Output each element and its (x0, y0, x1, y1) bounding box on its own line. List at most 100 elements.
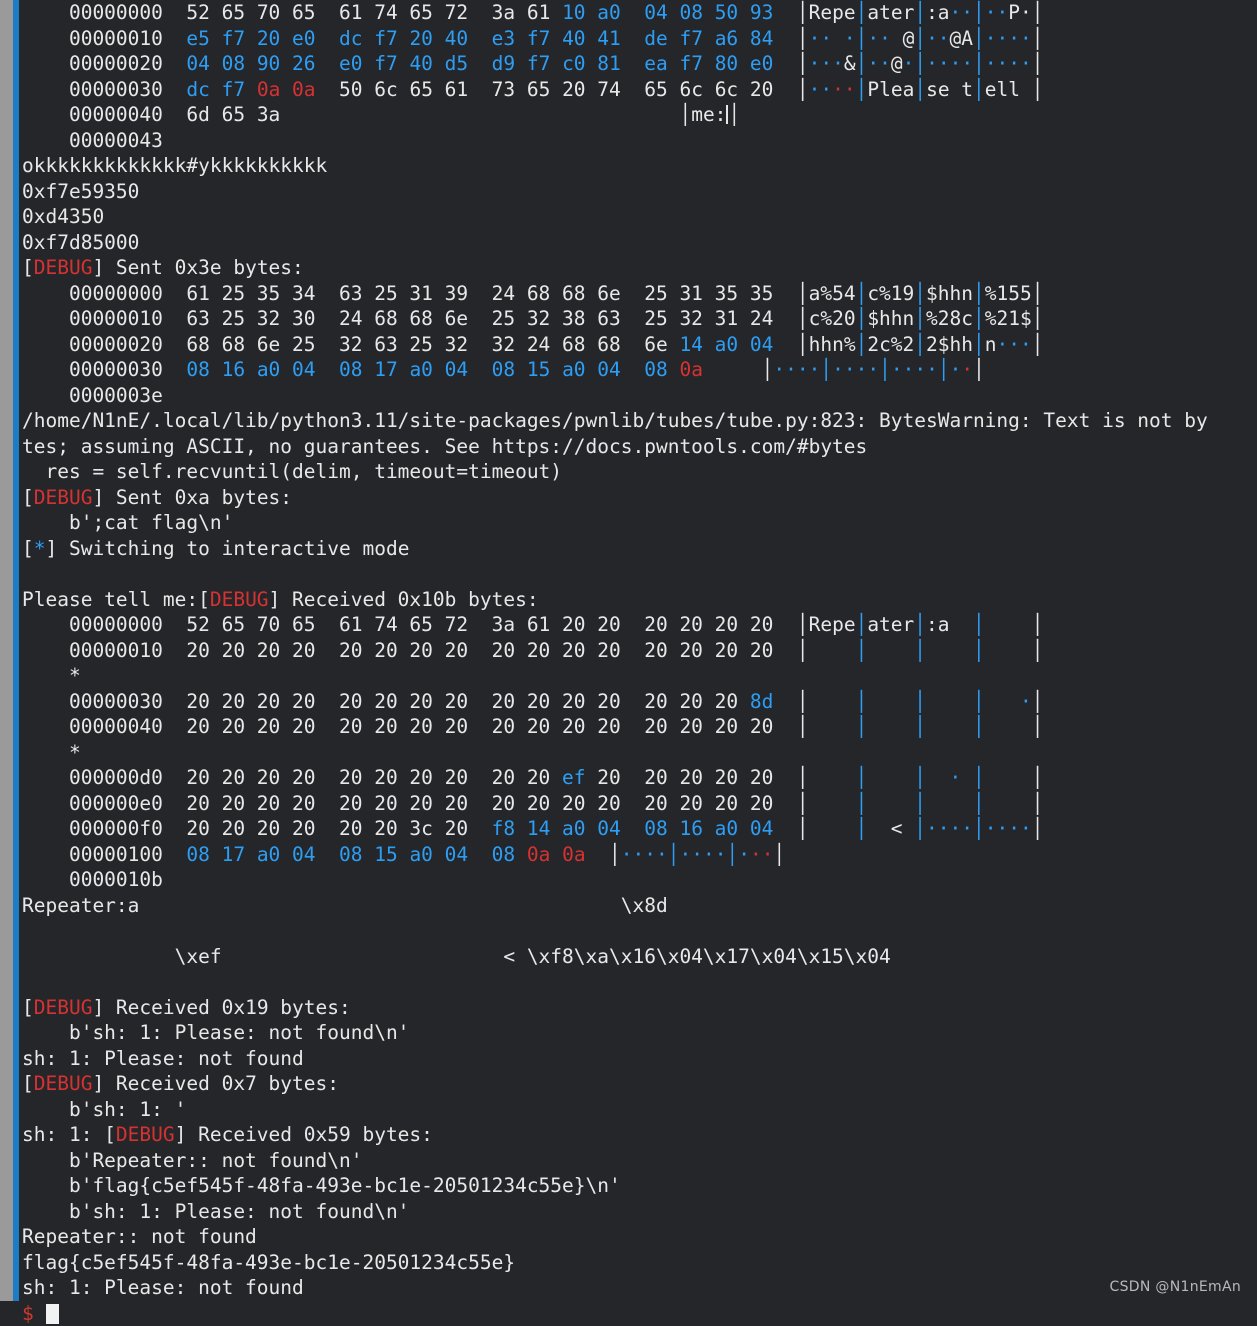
terminal-text-span: Repe (809, 1, 856, 24)
terminal-line-sent-a-body: b';cat flag\n' (22, 510, 1257, 536)
terminal-text-span: 0xf7d85000 (22, 231, 139, 254)
terminal-text-span: │ (773, 817, 808, 840)
terminal-text-span: ·· (867, 27, 890, 50)
terminal-text-span (621, 52, 644, 75)
terminal-text-span: │ (973, 333, 985, 356)
scrollbar-track[interactable] (0, 0, 13, 1301)
terminal-text-span: DEBUG (34, 486, 93, 509)
terminal-text-span: ···· (926, 817, 973, 840)
terminal-output[interactable]: 00000000 52 65 70 65 61 74 65 72 3a 61 1… (19, 0, 1257, 1301)
terminal-text-span: │ (914, 690, 926, 713)
terminal-text-span: 08 15 a0 04 (492, 358, 621, 381)
terminal-text-span: b'flag{c5ef545f-48fa-493e-bc1e-20501234c… (22, 1174, 621, 1197)
terminal-text-span: 0xd4350 (22, 205, 104, 228)
terminal-text-span: · (738, 843, 750, 866)
terminal-text-span: 2$hh (926, 333, 973, 356)
terminal-text-span (926, 792, 973, 815)
terminal-text-span: │ (1032, 639, 1044, 662)
terminal-text-span: ·· (867, 52, 890, 75)
terminal-line-hex3-rowd0: 000000d0 20 20 20 20 20 20 20 20 20 20 e… (22, 765, 1257, 791)
terminal-text-span: 04 08 90 26 (186, 52, 315, 75)
terminal-text-span: · (950, 358, 962, 381)
terminal-text-span: 00000010 20 20 20 20 20 20 20 20 20 20 2… (22, 639, 773, 662)
terminal-line-hex2-row30: 00000030 08 16 a0 04 08 17 a0 04 08 15 a… (22, 357, 1257, 383)
terminal-text-span (316, 843, 339, 866)
terminal-text-span: ···· (985, 817, 1032, 840)
terminal-text-span: \xef < \xf8\xa\x16\x04\x17\x04\x15\x04 (22, 945, 891, 968)
terminal-text-span: 00000020 (22, 52, 186, 75)
terminal-line-hex3-row30: 00000030 20 20 20 20 20 20 20 20 20 20 2… (22, 689, 1257, 715)
terminal-line-xef-line: \xef < \xf8\xa\x16\x04\x17\x04\x15\x04 (22, 944, 1257, 970)
terminal-text-span (316, 52, 339, 75)
terminal-text-span: ] Sent 0x3e bytes: (92, 256, 303, 279)
terminal-text-span (468, 843, 491, 866)
terminal-text-span: 00000030 (22, 78, 186, 101)
terminal-text-span: · (950, 766, 962, 789)
terminal-line-please-tell: Please tell me:[DEBUG] Received 0x10b by… (22, 587, 1257, 613)
terminal-text-span: P· (1008, 1, 1031, 24)
terminal-text-span: sh: 1: Please: not found (22, 1276, 304, 1299)
terminal-text-span: * (34, 537, 46, 560)
terminal-text-span: ···· (985, 27, 1032, 50)
terminal-text-span: b'Repeater:: not found\n' (22, 1149, 362, 1172)
terminal-text-span: │ (726, 843, 738, 866)
terminal-text-span (985, 792, 1032, 815)
terminal-text-span (34, 1302, 46, 1325)
terminal-text-span: │ (773, 613, 808, 636)
terminal-text-span: │ (1032, 690, 1044, 713)
terminal-text-span: │ (856, 333, 868, 356)
terminal-text-span: Repeater:: not found (22, 1225, 257, 1248)
terminal-line-hex2-total: 0000003e (22, 383, 1257, 409)
terminal-line-blank2 (22, 918, 1257, 944)
terminal-line-hex3-row100: 00000100 08 17 a0 04 08 15 a0 04 08 0a 0… (22, 842, 1257, 868)
terminal-text-span: │ (879, 358, 891, 381)
terminal-text-span: │ (856, 766, 868, 789)
terminal-text-span: 08 17 a0 04 (186, 843, 315, 866)
terminal-text-span: │ (773, 843, 785, 866)
terminal-text-span: Please tell me:[ (22, 588, 210, 611)
terminal-line-repeater-a: Repeater:a \x8d (22, 893, 1257, 919)
terminal-line-hex1-row30: 00000030 dc f7 0a 0a 50 6c 65 61 73 65 2… (22, 77, 1257, 103)
terminal-text-span: │ (914, 715, 926, 738)
terminal-text-span: $hhn (867, 307, 914, 330)
terminal-text-span: ater (867, 613, 914, 636)
terminal-text-span: 52 65 70 65 61 74 65 72 3a 61 (186, 1, 562, 24)
terminal-text-span: n (985, 333, 997, 356)
terminal-text-span: DEBUG (34, 996, 93, 1019)
terminal-text-span: b'sh: 1: Please: not found\n' (22, 1021, 409, 1044)
terminal-text-span (926, 690, 973, 713)
terminal-line-hex1-row40: 00000040 6d 65 3a │me:│ (22, 102, 1257, 128)
terminal-text-span: │ (856, 307, 868, 330)
terminal-line-flag-line: flag{c5ef545f-48fa-493e-bc1e-20501234c55… (22, 1250, 1257, 1276)
terminal-text-span: 0a (679, 358, 702, 381)
terminal-text-span: │ (914, 792, 926, 815)
terminal-text-span: 00000000 52 65 70 65 61 74 65 72 3a 61 2… (22, 613, 773, 636)
terminal-text-span: │ (1032, 307, 1044, 330)
terminal-text-span: │ (856, 52, 868, 75)
terminal-text-span: f8 14 a0 04 (492, 817, 621, 840)
terminal-text-span: │ (973, 52, 985, 75)
terminal-text-span: sh: 1: [ (22, 1123, 116, 1146)
terminal-text-span: ··· (809, 52, 844, 75)
terminal-text-span (316, 27, 339, 50)
terminal-line-dbg-recv-7: [DEBUG] Received 0x7 bytes: (22, 1071, 1257, 1097)
terminal-text-span: 00000010 (22, 27, 186, 50)
terminal-text-span (867, 792, 914, 815)
terminal-line-addr1: 0xf7e59350 (22, 179, 1257, 205)
terminal-text-span (621, 27, 644, 50)
terminal-text-span: [ (22, 537, 34, 560)
terminal-line-dbg-sent-3e: [DEBUG] Sent 0x3e bytes: (22, 255, 1257, 281)
terminal-line-repeater-notfound: Repeater:: not found (22, 1224, 1257, 1250)
terminal-text-span: │ (973, 792, 985, 815)
terminal-text-span: 0000003e (22, 384, 163, 407)
terminal-line-hex2-row20: 00000020 68 68 6e 25 32 63 25 32 32 24 6… (22, 332, 1257, 358)
terminal-text-span: │ (938, 358, 950, 381)
terminal-text-span: 00000010 63 25 32 30 24 68 68 6e 25 32 3… (22, 307, 773, 330)
terminal-text-span: 08 16 a0 04 (644, 817, 773, 840)
terminal-text-span (926, 715, 973, 738)
terminal-text-span: 0000010b (22, 868, 163, 891)
terminal-text-span (985, 715, 1032, 738)
terminal-text-span: ] Received 0x59 bytes: (175, 1123, 433, 1146)
terminal-text-span: │ (973, 78, 985, 101)
terminal-text-span: @ (891, 52, 903, 75)
